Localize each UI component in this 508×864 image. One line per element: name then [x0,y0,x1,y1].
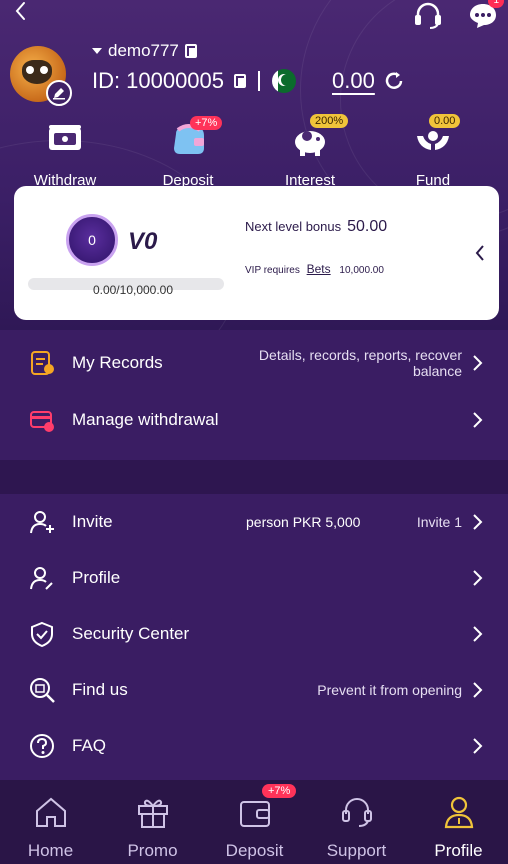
withdrawal-card-icon [30,411,54,432]
vip-progress-text: 0.00/10,000.00 [92,283,174,297]
nav-profile[interactable]: Profile [408,780,508,864]
find-us-icon [30,678,55,703]
chat-icon[interactable]: 1 [468,0,504,30]
vip-requirement: VIP requires Bets 10,000.00 [245,262,384,276]
nav-support[interactable]: Support [306,780,407,864]
nav-promo[interactable]: Promo [102,780,203,864]
menu-item-manage-withdrawal[interactable]: Manage withdrawal [0,392,508,448]
nav-home[interactable]: Home [0,780,101,864]
invite-user-icon [30,511,54,534]
balance: 0.00 [332,68,375,93]
home-icon [35,797,66,827]
deposit-button[interactable]: +7% Deposit [133,116,243,189]
records-icon [31,351,54,375]
interest-button[interactable]: 200% Interest [255,114,365,189]
refresh-icon[interactable] [383,70,405,92]
deposit-bonus-tag: +7% [190,116,223,130]
avatar[interactable] [10,46,72,106]
vip-level: V0 [128,228,158,255]
bets-link[interactable]: Bets [307,262,331,276]
faq-icon [30,734,54,758]
fund-button[interactable]: 0.00 Fund [378,114,488,189]
person-icon [444,796,473,829]
vip-card[interactable]: 0 V0 0.00/10,000.00 Next level bonus 50.0… [14,186,499,320]
menu-item-faq[interactable]: FAQ [0,718,508,774]
vip-badge-icon: 0 [66,214,118,266]
interest-rate-tag: 200% [310,114,349,128]
username: demo777 [108,41,179,60]
next-level-bonus: Next level bonus 50.00 [245,218,388,235]
username-row[interactable]: demo777 [92,40,197,62]
support-headset-icon [341,798,372,827]
profile-user-icon [30,567,53,590]
wallet-withdraw-icon [45,118,85,158]
copy-id-icon[interactable] [234,74,247,88]
menu-item-find-us[interactable]: Find us Prevent it from opening [0,662,508,718]
chevron-right-icon [473,412,483,428]
deposit-nav-tag: +7% [262,784,297,798]
nav-deposit[interactable]: +7% Deposit [204,780,305,864]
section-divider [0,460,508,494]
chevron-right-icon [473,355,483,371]
id-label: ID: [92,68,121,93]
menu-item-invite[interactable]: Invite person PKR 5,000 Invite 1 [0,494,508,550]
chevron-right-icon [473,626,483,642]
menu-item-security-center[interactable]: Security Center [0,606,508,662]
gift-icon [137,799,168,828]
bottom-navigation: Home Promo +7% Deposit Support Profile [0,780,508,864]
piggy-bank-icon: 200% [290,114,349,158]
user-id-row: ID: 10000005 0.00 [92,66,405,96]
copy-icon[interactable] [184,44,197,58]
back-arrow-icon[interactable] [10,0,32,22]
quick-actions: Withdraw +7% Deposit 200% Interest 0.00 … [0,114,508,189]
menu-item-my-records[interactable]: My Records Details, records, reports, re… [0,334,508,392]
dropdown-caret-icon[interactable] [92,48,102,54]
menu-section-account: Invite person PKR 5,000 Invite 1 Profile… [0,494,508,780]
wallet-icon [239,801,270,827]
edit-icon[interactable] [46,80,72,106]
menu-section-records: My Records Details, records, reports, re… [0,330,508,460]
chevron-right-icon [473,514,483,530]
chevron-right-icon [473,682,483,698]
withdraw-button[interactable]: Withdraw [10,118,120,189]
pakistan-flag-icon [272,69,297,93]
hands-fund-icon: 0.00 [413,114,461,158]
chevron-right-icon [473,570,483,586]
chevron-right-icon [473,738,483,754]
menu-item-profile[interactable]: Profile [0,550,508,606]
shield-icon [31,621,53,648]
deposit-bag-icon: +7% [168,116,223,158]
fund-amount-tag: 0.00 [429,114,461,128]
chevron-left-icon[interactable] [473,244,487,262]
user-id: 10000005 [126,68,225,93]
headset-icon[interactable] [412,0,444,30]
